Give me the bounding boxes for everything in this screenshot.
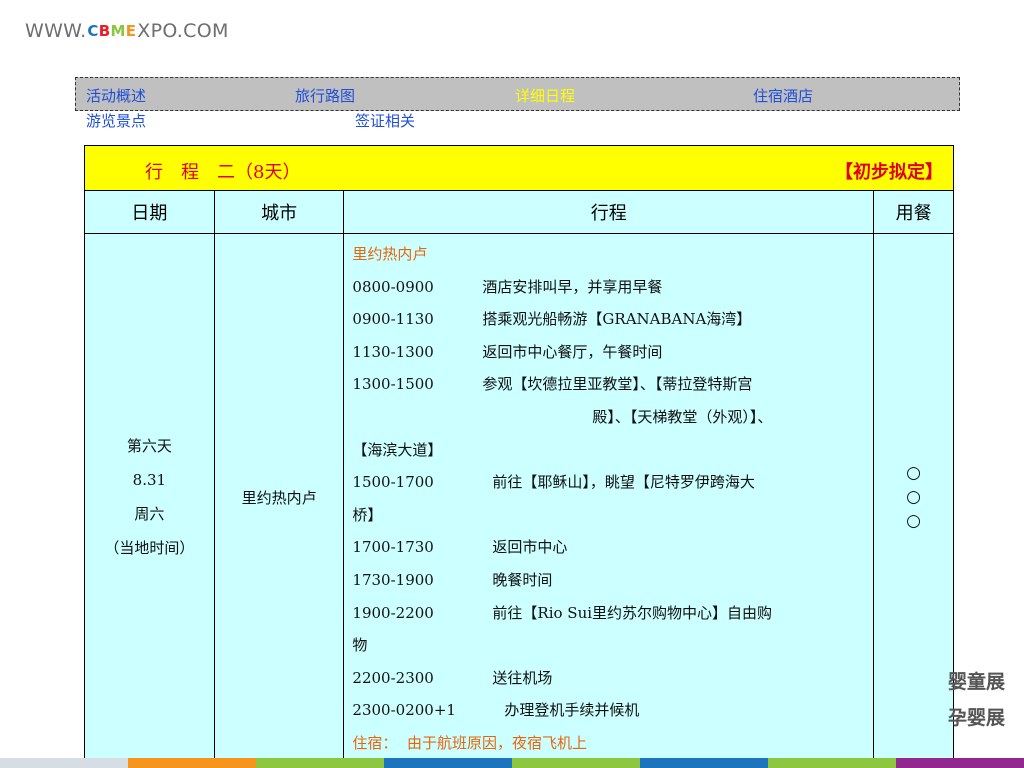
nav-link-route-map[interactable]: 旅行路图: [295, 87, 355, 105]
day-timezone-note: （当地时间）: [104, 539, 195, 557]
lodging-label: 住宿：: [352, 733, 398, 752]
schedule-activity: 桥】: [352, 505, 383, 524]
lodging-value: 由于航班原因，夜宿飞机上: [406, 733, 587, 752]
color-stripe: [768, 758, 896, 768]
schedule-item: 1300-1500 参观【坎德拉里亚教堂】、【蒂拉登特斯宫: [352, 368, 865, 401]
itinerary-table: 行 程 二（8天） 【初步拟定】 日期 城市 行程 用餐 第六天 8.31 周六…: [84, 145, 954, 761]
schedule-time: 2300-0200+1: [352, 701, 456, 720]
schedule-time: 2200-2300: [352, 668, 434, 687]
schedule-time: 0900-1130: [352, 310, 434, 329]
table-title-row: 行 程 二（8天） 【初步拟定】: [84, 145, 954, 191]
side-text-baby-expo: 婴童展: [948, 671, 1006, 693]
header-date: 日期: [84, 190, 215, 234]
schedule-item: 1500-1700 前往【耶稣山】，眺望【尼特罗伊跨海大: [352, 466, 865, 499]
color-stripe: [640, 758, 768, 768]
schedule-item-continued: 殿】、【天梯教堂（外观）】、: [352, 401, 865, 434]
color-stripe: [128, 758, 256, 768]
page: WWW. C B M E XPO.COM 活动概述 旅行路图 详细日程 住宿酒店…: [0, 0, 1024, 768]
logo-letter: E: [125, 21, 137, 40]
color-stripe: [896, 758, 1024, 768]
logo-letter: C: [87, 21, 99, 40]
schedule-activity: 【海滨大道】: [352, 440, 443, 459]
schedule-activity: 酒店安排叫早，并享用早餐: [482, 277, 663, 296]
nav-link-attractions[interactable]: 游览景点: [86, 112, 146, 130]
schedule-item-continued: 【海滨大道】: [352, 434, 865, 467]
schedule-item: 1130-1300 返回市中心餐厅，午餐时间: [352, 336, 865, 369]
meal-dinner-icon: ○: [906, 511, 921, 531]
site-logo[interactable]: WWW. C B M E XPO.COM: [25, 20, 229, 42]
color-stripe: [256, 758, 384, 768]
logo-brand: C B M E: [87, 21, 137, 40]
itinerary-title: 行 程 二（8天）: [145, 162, 301, 183]
lodging-line: 住宿： 由于航班原因，夜宿飞机上: [352, 727, 865, 760]
city-name: 里约热内卢: [241, 488, 317, 507]
logo-prefix: WWW.: [25, 20, 87, 42]
schedule-activity: 殿】、【天梯教堂（外观）】、: [592, 407, 773, 426]
schedule-item: 0800-0900 酒店安排叫早，并享用早餐: [352, 271, 865, 304]
day-weekday: 周六: [134, 505, 165, 523]
schedule-item: 1730-1900 晚餐时间: [352, 564, 865, 597]
city-cell: 里约热内卢: [213, 233, 345, 761]
header-meals: 用餐: [873, 190, 954, 234]
color-stripe: [384, 758, 512, 768]
schedule-item: 1700-1730 返回市中心: [352, 531, 865, 564]
schedule-time: 1700-1730: [352, 538, 434, 557]
table-row: 第六天 8.31 周六 （当地时间） 里约热内卢 里约热内卢 0800-0900…: [84, 233, 954, 761]
schedule-item: 0900-1130 搭乘观光船畅游【GRANABANA海湾】: [352, 303, 865, 336]
table-header-row: 日期 城市 行程 用餐: [84, 190, 954, 234]
table-title-cell: 行 程 二（8天） 【初步拟定】: [84, 145, 954, 191]
day-cell: 第六天 8.31 周六 （当地时间）: [84, 233, 215, 761]
schedule-activity: 参观【坎德拉里亚教堂】、【蒂拉登特斯宫: [482, 375, 753, 394]
schedule-item: 2300-0200+1 办理登机手续并候机: [352, 694, 865, 727]
schedule-activity: 办理登机手续并候机: [504, 701, 640, 720]
day-label: 第六天: [126, 437, 172, 455]
schedule-activity: 前往【Rio Sui里约苏尔购物中心】自由购: [492, 603, 773, 622]
color-stripe: [512, 758, 640, 768]
meal-lunch-icon: ○: [906, 487, 921, 507]
logo-suffix: XPO.COM: [137, 20, 229, 42]
side-text-maternity-expo: 孕婴展: [948, 707, 1006, 729]
schedule-item: 1900-2200 前往【Rio Sui里约苏尔购物中心】自由购: [352, 597, 865, 630]
schedule-time: 1130-1300: [352, 342, 434, 361]
schedule-activity: 物: [352, 636, 368, 655]
nav-link-hotels[interactable]: 住宿酒店: [753, 87, 813, 105]
schedule-activity: 前往【耶稣山】，眺望【尼特罗伊跨海大: [492, 473, 755, 492]
schedule-activity: 送往机场: [492, 668, 553, 687]
meal-breakfast-icon: ○: [906, 463, 921, 483]
nav-bar: 活动概述 旅行路图 详细日程 住宿酒店 游览景点 签证相关: [75, 77, 960, 130]
logo-letter: B: [98, 21, 111, 40]
logo-letter: M: [110, 21, 126, 40]
schedule-time: 1300-1500: [352, 375, 434, 394]
day-date: 8.31: [132, 471, 167, 489]
schedule-item: 2200-2300 送往机场: [352, 662, 865, 695]
schedule-time: 1500-1700: [352, 473, 434, 492]
nav-link-overview[interactable]: 活动概述: [86, 87, 146, 105]
schedule-item-continued: 桥】: [352, 499, 865, 532]
draft-status-label: 【初步拟定】: [835, 162, 943, 183]
schedule-activity: 返回市中心: [492, 538, 568, 557]
schedule-time: 0800-0900: [352, 277, 434, 296]
header-schedule: 行程: [343, 190, 875, 234]
schedule-item-continued: 物: [352, 629, 865, 662]
schedule-cell: 里约热内卢 0800-0900 酒店安排叫早，并享用早餐 0900-1130 搭乘观…: [343, 233, 875, 761]
meals-cell: ○ ○ ○: [873, 233, 954, 761]
schedule-time: 1730-1900: [352, 570, 434, 589]
schedule-heading: 里约热内卢: [352, 245, 428, 263]
schedule-time: 1900-2200: [352, 603, 434, 622]
schedule-activity: 返回市中心餐厅，午餐时间: [482, 342, 663, 361]
header-city: 城市: [213, 190, 345, 234]
nav-link-visa[interactable]: 签证相关: [355, 112, 415, 130]
schedule-activity: 搭乘观光船畅游【GRANABANA海湾】: [482, 310, 752, 329]
bottom-color-bar: [0, 758, 1024, 768]
nav-link-itinerary[interactable]: 详细日程: [515, 87, 575, 105]
color-stripe: [0, 758, 128, 768]
schedule-activity: 晚餐时间: [492, 570, 553, 589]
